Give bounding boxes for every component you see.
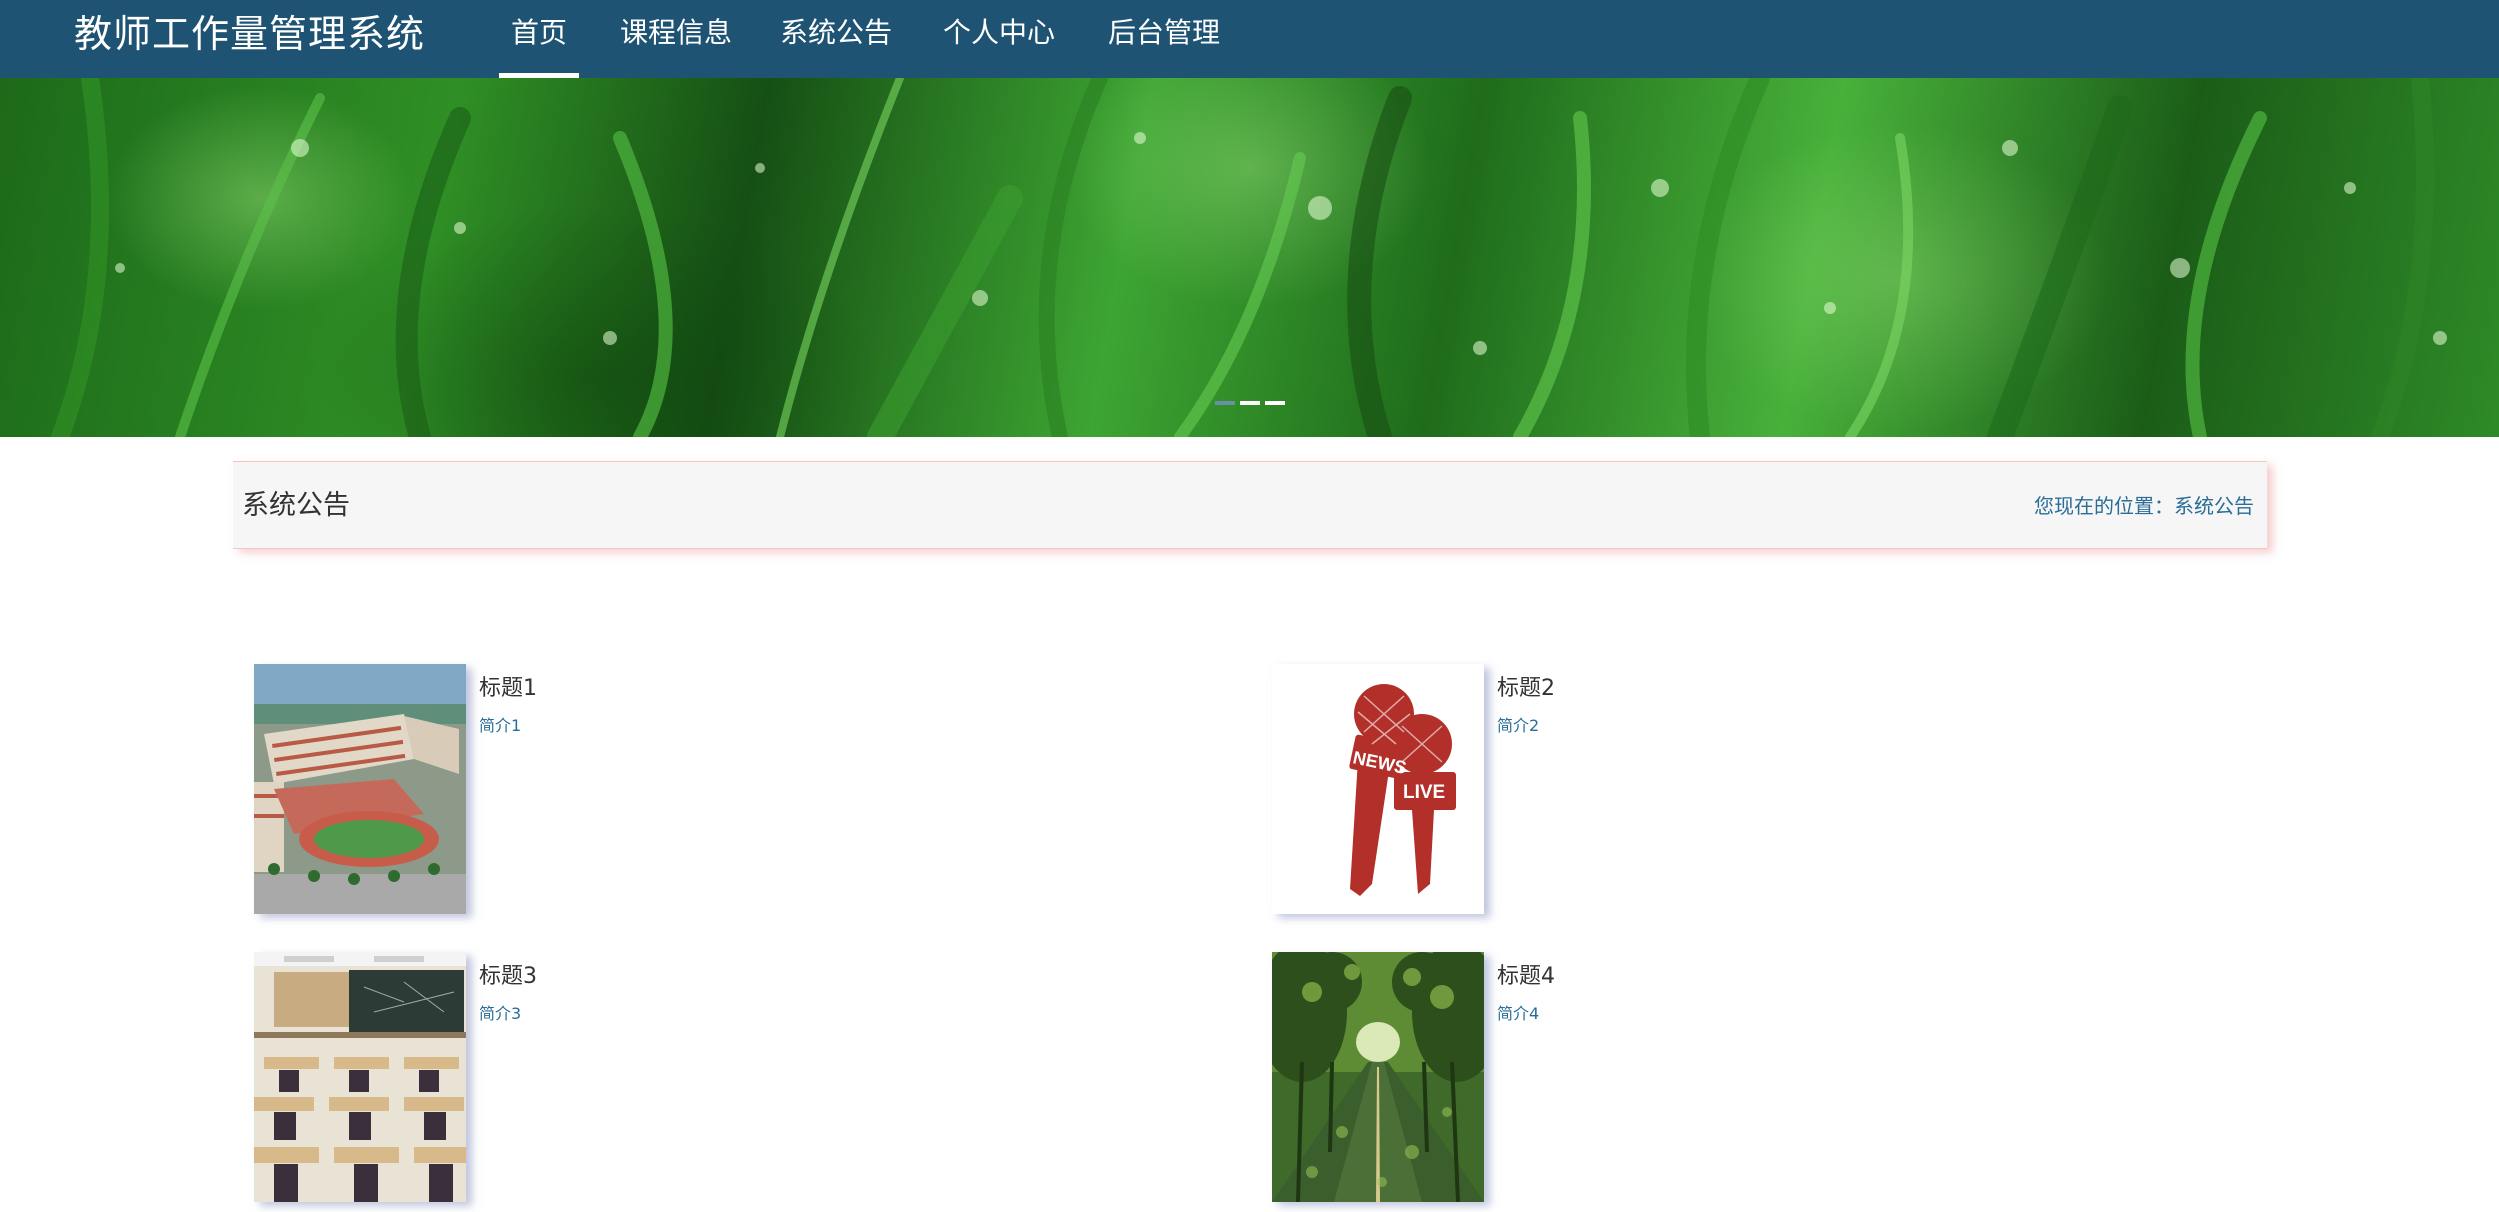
announcement-summary: 简介1 (479, 716, 522, 735)
section-header: 系统公告 您现在的位置：系统公告 (233, 461, 2267, 549)
classroom-image (254, 952, 466, 1202)
announcement-thumbnail-school[interactable] (254, 664, 466, 914)
school-campus-image (254, 664, 466, 914)
nav-item-personal-center[interactable]: 个人中心 (939, 0, 1059, 78)
carousel-indicator-2[interactable] (1240, 401, 1260, 405)
tree-lined-road-image (1272, 952, 1484, 1202)
announcement-card[interactable]: 标题4 简介4 (1272, 952, 2172, 1212)
announcement-thumbnail-classroom[interactable] (254, 952, 466, 1202)
announcement-thumbnail-road[interactable] (1272, 952, 1484, 1202)
announcement-summary: 简介2 (1497, 716, 1540, 735)
live-label: LIVE (1403, 782, 1445, 803)
breadcrumb[interactable]: 您现在的位置：系统公告 (2034, 462, 2254, 550)
nav-item-admin[interactable]: 后台管理 (1104, 0, 1224, 78)
section-title: 系统公告 (242, 490, 350, 521)
announcement-title[interactable]: 标题2 (1497, 670, 1555, 702)
announcement-title[interactable]: 标题1 (479, 670, 537, 702)
announcement-summary: 简介4 (1497, 1004, 1540, 1023)
announcement-thumbnail-news[interactable]: NEWS LIVE (1272, 664, 1484, 914)
announcement-card[interactable]: NEWS LIVE 标题2 简介2 (1272, 664, 2172, 924)
announcement-title[interactable]: 标题3 (479, 958, 537, 990)
nav-item-home[interactable]: 首页 (499, 0, 579, 78)
banner-carousel[interactable] (0, 78, 2499, 437)
carousel-indicator-3[interactable] (1265, 401, 1285, 405)
nav-item-announcements[interactable]: 系统公告 (776, 0, 896, 78)
nav-item-course-info[interactable]: 课程信息 (616, 0, 736, 78)
top-navbar: 教师工作量管理系统 首页 课程信息 系统公告 个人中心 后台管理 (0, 0, 2499, 78)
announcement-card[interactable]: 标题1 简介1 (254, 664, 1154, 924)
site-title[interactable]: 教师工作量管理系统 (74, 8, 425, 60)
carousel-indicator-1[interactable] (1215, 401, 1235, 405)
grass-banner-image (51, 78, 2447, 437)
announcement-card[interactable]: 标题3 简介3 (254, 952, 1154, 1212)
announcement-title[interactable]: 标题4 (1497, 958, 1555, 990)
news-microphone-image: NEWS LIVE (1349, 684, 1456, 896)
announcement-summary: 简介3 (479, 1004, 522, 1023)
